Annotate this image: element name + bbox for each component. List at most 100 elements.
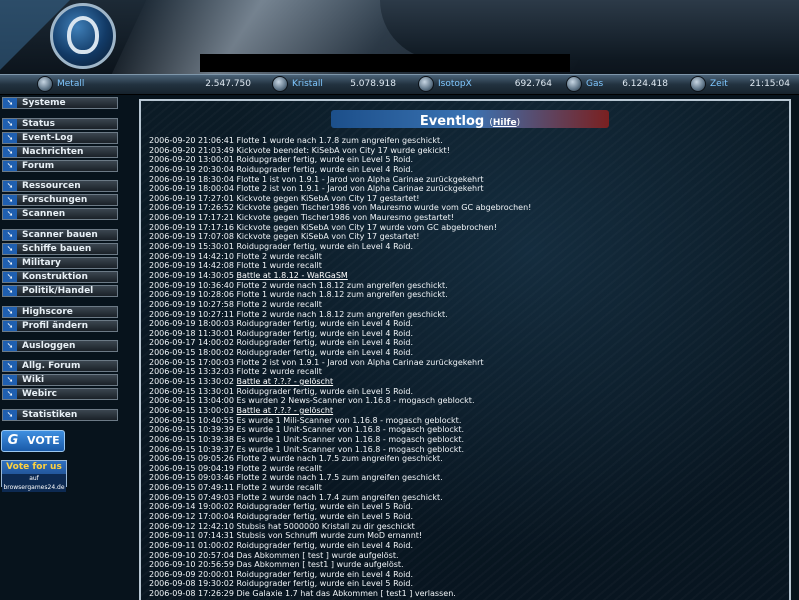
resource-zeit: Zeit 21:15:04 xyxy=(690,76,794,92)
event-row: 2006-09-19 17:27:01 Kickvote gegen KiSeb… xyxy=(149,194,779,204)
sidebar-item-label: Nachrichten xyxy=(22,147,84,157)
event-row: 2006-09-12 17:00:04 Roidupgrader fertig,… xyxy=(149,512,779,522)
event-timestamp: 2006-09-15 17:00:03 xyxy=(149,357,234,367)
resource-value: 21:15:04 xyxy=(749,79,790,89)
event-timestamp: 2006-09-19 14:30:05 xyxy=(149,270,234,280)
event-message: Kickvote gegen Tischer1986 von Mauresmo … xyxy=(236,203,532,213)
event-timestamp: 2006-09-15 18:00:02 xyxy=(149,348,234,358)
event-message: Roidupgrader fertig, wurde ein Level 4 R… xyxy=(236,164,414,174)
sidebar-item-systeme[interactable]: ➘ Systeme xyxy=(2,97,118,109)
event-message: Es wurden 2 News-Scanner von 1.16.8 - mo… xyxy=(236,396,475,406)
event-message: Roidupgrader fertig, wurde ein Level 4 R… xyxy=(236,338,414,348)
event-message: Die Galaxie 1.7 hat das Abkommen [ test1… xyxy=(236,589,456,599)
help-link[interactable]: Hilfe xyxy=(493,118,517,128)
event-row: 2006-09-19 18:00:04 Flotte 2 ist von 1.9… xyxy=(149,184,779,194)
arrow-icon: ➘ xyxy=(3,161,17,171)
sidebar-item-label: Scannen xyxy=(22,209,66,219)
sidebar-item-konstruktion[interactable]: ➘ Konstruktion xyxy=(2,271,118,283)
event-timestamp: 2006-09-12 17:00:04 xyxy=(149,511,234,521)
event-message: Flotte 2 wurde nach 1.7.5 zum angreifen … xyxy=(236,454,443,464)
event-message: Roidupgrader fertig, wurde ein Level 5 R… xyxy=(236,386,414,396)
event-row: 2006-09-19 14:30:05 Battle at 1.8.12 - W… xyxy=(149,271,779,281)
event-row: 2006-09-19 10:27:11 Flotte 2 wurde nach … xyxy=(149,310,779,320)
sidebar-item-politik-handel[interactable]: ➘ Politik/Handel xyxy=(2,285,118,297)
sidebar-item-webirc[interactable]: ➘ Webirc xyxy=(2,388,118,400)
sidebar-item-profil-aendern[interactable]: ➘ Profil ändern xyxy=(2,320,118,332)
event-row: 2006-09-10 20:56:59 Das Abkommen [ test1… xyxy=(149,560,779,570)
resource-label: Gas xyxy=(586,79,604,89)
sidebar-item-military[interactable]: ➘ Military xyxy=(2,257,118,269)
event-row: 2006-09-15 17:00:03 Flotte 2 ist von 1.9… xyxy=(149,358,779,368)
sidebar-item-nachrichten[interactable]: ➘ Nachrichten xyxy=(2,146,118,158)
sidebar-item-label: Military xyxy=(22,258,61,268)
resource-label: Metall xyxy=(57,79,85,89)
event-message: Flotte 2 wurde recallt xyxy=(236,483,322,493)
eventlog-panel: Eventlog (Hilfe) 2006-09-20 21:06:41 Flo… xyxy=(139,99,791,600)
sidebar-item-label: Scanner bauen xyxy=(22,230,98,240)
sidebar-item-wiki[interactable]: ➘ Wiki xyxy=(2,374,118,386)
sidebar-item-statistiken[interactable]: ➘ Statistiken xyxy=(2,409,118,421)
event-timestamp: 2006-09-19 10:28:06 xyxy=(149,290,234,300)
event-message: Es wurde 1 Unit-Scanner von 1.16.8 - mog… xyxy=(236,434,465,444)
resource-kristall: Kristall 5.078.918 xyxy=(272,76,402,92)
event-row: 2006-09-19 17:17:21 Kickvote gegen Tisch… xyxy=(149,213,779,223)
page-title: Eventlog xyxy=(419,114,485,129)
sidebar-item-forschungen[interactable]: ➘ Forschungen xyxy=(2,194,118,206)
event-timestamp: 2006-09-19 17:17:21 xyxy=(149,213,234,223)
resource-label: Kristall xyxy=(292,79,323,89)
event-message: Flotte 1 wurde nach 1.7.8 zum angreifen … xyxy=(236,136,443,145)
arrow-icon: ➘ xyxy=(3,361,17,371)
event-timestamp: 2006-09-19 15:30:01 xyxy=(149,242,234,252)
sidebar-item-label: Forum xyxy=(22,161,55,171)
vote-badge-subtitle: auf browsergames24.de xyxy=(2,474,66,492)
event-row: 2006-09-15 10:40:55 Es wurde 1 Mili-Scan… xyxy=(149,416,779,426)
sidebar-item-highscore[interactable]: ➘ Highscore xyxy=(2,306,118,318)
arrow-icon: ➘ xyxy=(3,181,17,191)
arrow-icon: ➘ xyxy=(3,307,17,317)
vote-for-us-badge[interactable]: Vote for us auf browsergames24.de xyxy=(1,460,67,492)
event-timestamp: 2006-09-18 11:30:01 xyxy=(149,328,234,338)
event-row: 2006-09-19 18:00:03 Roidupgrader fertig,… xyxy=(149,319,779,329)
event-message: Kickvote gegen Tischer1986 von Mauresmo … xyxy=(236,213,454,223)
battle-report-link[interactable]: Battle at 1.8.12 - WaRGaSM xyxy=(237,271,348,280)
arrow-icon: ➘ xyxy=(3,286,17,296)
event-timestamp: 2006-09-19 18:00:03 xyxy=(149,319,234,329)
sidebar-item-ressourcen[interactable]: ➘ Ressourcen xyxy=(2,180,118,192)
sidebar-item-label: Konstruktion xyxy=(22,272,88,282)
event-timestamp: 2006-09-19 17:26:52 xyxy=(149,203,234,213)
event-message: Flotte 2 wurde nach 1.8.12 zum angreifen… xyxy=(236,280,448,290)
event-message: Roidupgrader fertig, wurde ein Level 4 R… xyxy=(236,242,414,252)
event-row: 2006-09-15 13:00:03 Battle at ?.?.? - ge… xyxy=(149,406,779,416)
event-row: 2006-09-15 07:49:11 Flotte 2 wurde recal… xyxy=(149,483,779,493)
sidebar-item-event-log[interactable]: ➘ Event-Log xyxy=(2,132,118,144)
battle-report-link[interactable]: Battle at ?.?.? - gelöscht xyxy=(237,377,334,386)
sidebar-item-schiffe-bauen[interactable]: ➘ Schiffe bauen xyxy=(2,243,118,255)
sidebar-item-allg-forum[interactable]: ➘ Allg. Forum xyxy=(2,360,118,372)
sidebar-item-scannen[interactable]: ➘ Scannen xyxy=(2,208,118,220)
sidebar-item-label: Wiki xyxy=(22,375,45,385)
vote-button[interactable]: G VOTE xyxy=(1,430,65,452)
header-dark-panel xyxy=(380,0,799,60)
event-timestamp: 2006-09-15 10:40:55 xyxy=(149,415,234,425)
sidebar-item-scanner-bauen[interactable]: ➘ Scanner bauen xyxy=(2,229,118,241)
sidebar-item-forum[interactable]: ➘ Forum xyxy=(2,160,118,172)
sidebar-item-ausloggen[interactable]: ➘ Ausloggen xyxy=(2,340,118,352)
resource-metall: Metall 2.547.750 xyxy=(37,76,257,92)
event-message: Flotte 1 ist von 1.9.1 - Jarod von Alpha… xyxy=(236,174,484,184)
arrow-icon: ➘ xyxy=(3,389,17,399)
event-timestamp: 2006-09-14 19:00:02 xyxy=(149,502,234,512)
event-row: 2006-09-19 10:28:06 Flotte 1 wurde nach … xyxy=(149,290,779,300)
event-message: Flotte 2 wurde recallt xyxy=(236,463,322,473)
resource-value: 5.078.918 xyxy=(350,79,396,89)
event-row: 2006-09-19 14:42:08 Flotte 1 wurde recal… xyxy=(149,261,779,271)
event-message: Roidupgrader fertig, wurde ein Level 5 R… xyxy=(236,579,414,589)
sidebar-item-label: Profil ändern xyxy=(22,321,88,331)
arrow-icon: ➘ xyxy=(3,272,17,282)
sidebar-item-status[interactable]: ➘ Status xyxy=(2,118,118,130)
event-message: Es wurde 1 Unit-Scanner von 1.16.8 - mog… xyxy=(236,444,465,454)
arrow-icon: ➘ xyxy=(3,244,17,254)
game-emblem-logo xyxy=(50,3,116,69)
event-timestamp: 2006-09-19 14:42:08 xyxy=(149,261,234,271)
battle-report-link[interactable]: Battle at ?.?.? - gelöscht xyxy=(237,406,334,415)
resource-value: 692.764 xyxy=(514,79,552,89)
